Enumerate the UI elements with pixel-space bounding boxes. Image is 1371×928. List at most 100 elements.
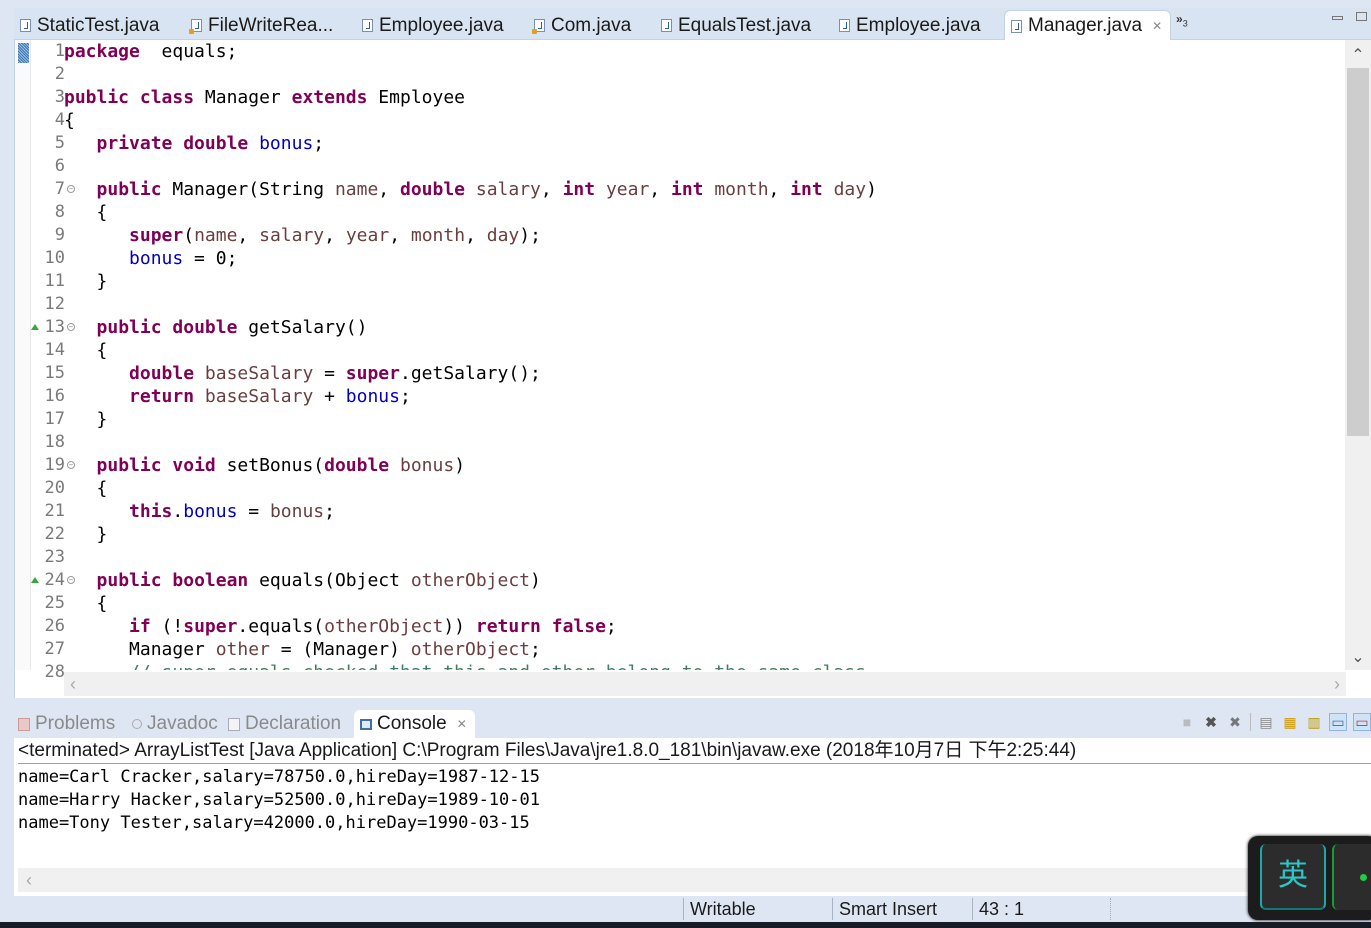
- java-file-icon: [1011, 19, 1022, 33]
- tab-label: FileWriteRea...: [208, 14, 334, 36]
- horizontal-scrollbar[interactable]: ‹ ›: [64, 672, 1346, 696]
- override-marker-icon[interactable]: [31, 324, 39, 330]
- declaration-icon: [228, 717, 240, 731]
- console-output[interactable]: name=Carl Cracker,salary=78750.0,hireDay…: [18, 766, 540, 835]
- scroll-lock-icon[interactable]: ▦: [1281, 713, 1299, 731]
- code-line: public boolean equals(Object otherObject…: [96, 570, 541, 591]
- tab-problems[interactable]: Problems: [18, 710, 115, 738]
- panel-tab-bar: Problems Javadoc Declaration Console ✕ ■…: [14, 704, 1371, 738]
- tab-overflow-button[interactable]: »3: [1176, 12, 1188, 28]
- status-dot-icon: [1360, 874, 1367, 881]
- code-line: public double getSalary(): [96, 317, 368, 338]
- tab-console[interactable]: Console ✕: [354, 710, 475, 738]
- scroll-right-icon[interactable]: ›: [1334, 672, 1340, 696]
- console-line: name=Tony Tester,salary=42000.0,hireDay=…: [18, 813, 530, 833]
- override-marker-icon[interactable]: [31, 577, 39, 583]
- tab-com[interactable]: Com.java: [532, 11, 631, 40]
- close-icon[interactable]: ✕: [457, 717, 467, 731]
- tab-javadoc[interactable]: Javadoc: [132, 710, 218, 738]
- tab-employee-1[interactable]: Employee.java: [362, 11, 504, 40]
- scroll-left-icon[interactable]: ‹: [70, 672, 76, 696]
- tab-declaration[interactable]: Declaration: [228, 710, 341, 738]
- tab-filewriteread[interactable]: FileWriteRea...: [189, 11, 334, 40]
- java-file-icon: [20, 19, 31, 32]
- overflow-count: 3: [1182, 18, 1188, 29]
- code-line: this.bonus = bonus;: [129, 501, 335, 522]
- scroll-left-icon[interactable]: ‹: [26, 868, 32, 892]
- java-file-warning-icon: [532, 19, 545, 34]
- problems-icon: [18, 717, 30, 731]
- display-selected-console-icon[interactable]: ▭: [1353, 713, 1371, 731]
- code-line: {: [64, 340, 108, 361]
- tab-equalstest[interactable]: EqualsTest.java: [661, 11, 811, 40]
- code-line: }: [64, 409, 108, 430]
- tab-label: Manager.java: [1028, 15, 1143, 36]
- scroll-down-icon[interactable]: ⌄: [1345, 646, 1371, 670]
- tab-label: Javadoc: [147, 713, 218, 734]
- taskbar: [0, 922, 1371, 928]
- console-horizontal-scrollbar[interactable]: ‹: [18, 868, 1258, 892]
- tab-manager[interactable]: Manager.java ✕: [1004, 10, 1172, 41]
- code-line: {: [64, 478, 108, 499]
- tab-label: Employee.java: [856, 14, 981, 36]
- code-line: // super.equals checked that this and ot…: [64, 661, 1344, 670]
- toolbar-separator: [1250, 713, 1251, 731]
- code-line: return baseSalary + bonus;: [129, 386, 411, 407]
- status-writable: Writable: [683, 898, 829, 920]
- ime-mode-key[interactable]: 英: [1260, 844, 1326, 910]
- tab-label: Declaration: [245, 713, 342, 734]
- console-icon: [360, 718, 372, 730]
- tab-label: Console: [377, 713, 447, 734]
- java-file-icon: [362, 19, 373, 32]
- tab-employee-2[interactable]: Employee.java: [839, 11, 981, 40]
- code-line: {: [64, 593, 108, 614]
- status-separator: [1110, 898, 1117, 920]
- maximize-button[interactable]: [1356, 12, 1367, 21]
- code-area[interactable]: package equals; public class Manager ext…: [64, 40, 1344, 670]
- java-file-icon: [839, 19, 850, 32]
- console-line: name=Harry Hacker,salary=52500.0,hireDay…: [18, 790, 540, 810]
- code-line: if (!super.equals(otherObject)) return f…: [129, 616, 617, 637]
- code-editor[interactable]: 1 2 3 4 5 6 7−8 9 10 11 12 13−14 15 16 17 18 19−20 21 22 23…: [14, 40, 1371, 698]
- word-wrap-icon[interactable]: ▥: [1305, 713, 1323, 731]
- code-line: {: [64, 110, 75, 131]
- terminate-icon[interactable]: ■: [1178, 713, 1196, 731]
- current-line-marker: [18, 43, 29, 63]
- show-console-on-output-icon[interactable]: ▭: [1329, 713, 1347, 731]
- console-header: <terminated> ArrayListTest [Java Applica…: [18, 740, 1371, 764]
- code-line: super(name, salary, year, month, day);: [129, 225, 541, 246]
- code-line: }: [64, 524, 108, 545]
- code-line: double baseSalary = super.getSalary();: [129, 363, 541, 384]
- code-line: Manager other = (Manager) otherObject;: [64, 639, 541, 660]
- code-line: }: [64, 271, 108, 292]
- tab-label: Employee.java: [379, 14, 504, 36]
- close-icon[interactable]: ✕: [1152, 19, 1162, 33]
- eclipse-window: StaticTest.java FileWriteRea... Employee…: [0, 0, 1371, 928]
- code-line: public Manager(String name, double salar…: [96, 179, 877, 200]
- clear-console-icon[interactable]: ▤: [1257, 713, 1275, 731]
- remove-all-terminated-icon[interactable]: ✖: [1226, 713, 1244, 731]
- tab-statictest[interactable]: StaticTest.java: [20, 11, 160, 40]
- vertical-scrollbar[interactable]: ⌃ ⌄: [1345, 40, 1371, 670]
- ime-indicator[interactable]: 英: [1248, 836, 1371, 920]
- code-line: bonus = 0;: [129, 248, 238, 269]
- code-line: private double bonus;: [96, 133, 325, 154]
- code-line: public void setBonus(double bonus): [96, 455, 466, 476]
- java-file-warning-icon: [189, 19, 202, 34]
- scrollbar-thumb[interactable]: [1347, 68, 1369, 436]
- ime-status-key[interactable]: [1332, 844, 1371, 910]
- status-cursor-position: 43 : 1: [972, 898, 1110, 920]
- code-line: public class Manager extends Employee: [64, 87, 466, 108]
- tab-label: EqualsTest.java: [678, 14, 812, 36]
- remove-launch-icon[interactable]: ✖: [1202, 713, 1220, 731]
- java-file-icon: [661, 19, 672, 32]
- code-line: package equals;: [64, 41, 238, 62]
- minimize-button[interactable]: [1332, 16, 1343, 20]
- code-line: {: [64, 202, 108, 223]
- chevron-double-right-icon: »: [1176, 12, 1183, 26]
- scroll-up-icon[interactable]: ⌃: [1345, 44, 1371, 68]
